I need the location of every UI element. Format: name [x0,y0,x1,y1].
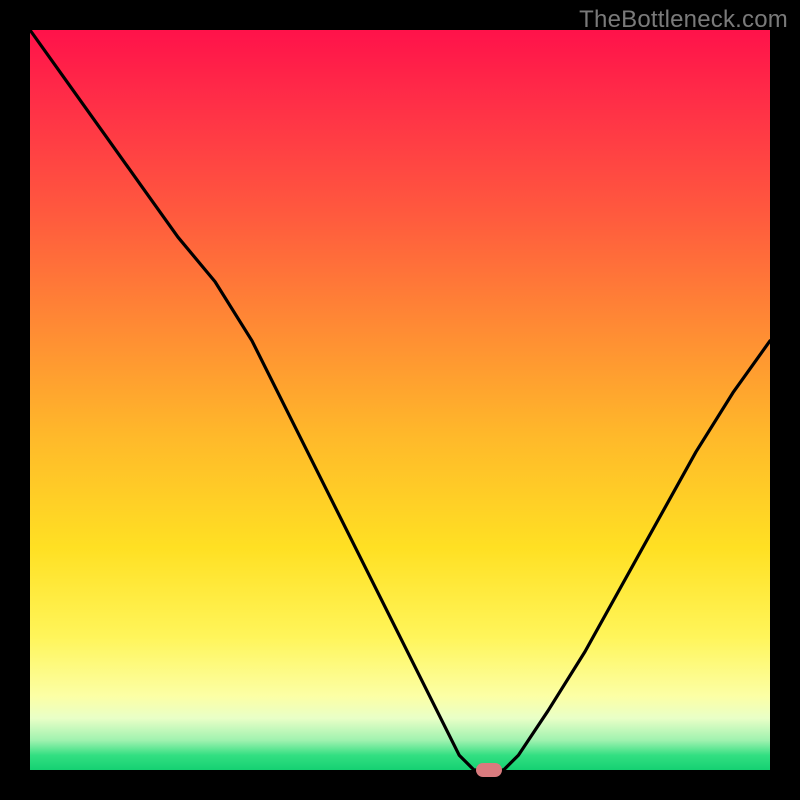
bottleneck-curve [30,30,770,770]
chart-frame: TheBottleneck.com [0,0,800,800]
optimal-marker [476,763,502,777]
plot-area [30,30,770,770]
curve-path [30,30,770,770]
